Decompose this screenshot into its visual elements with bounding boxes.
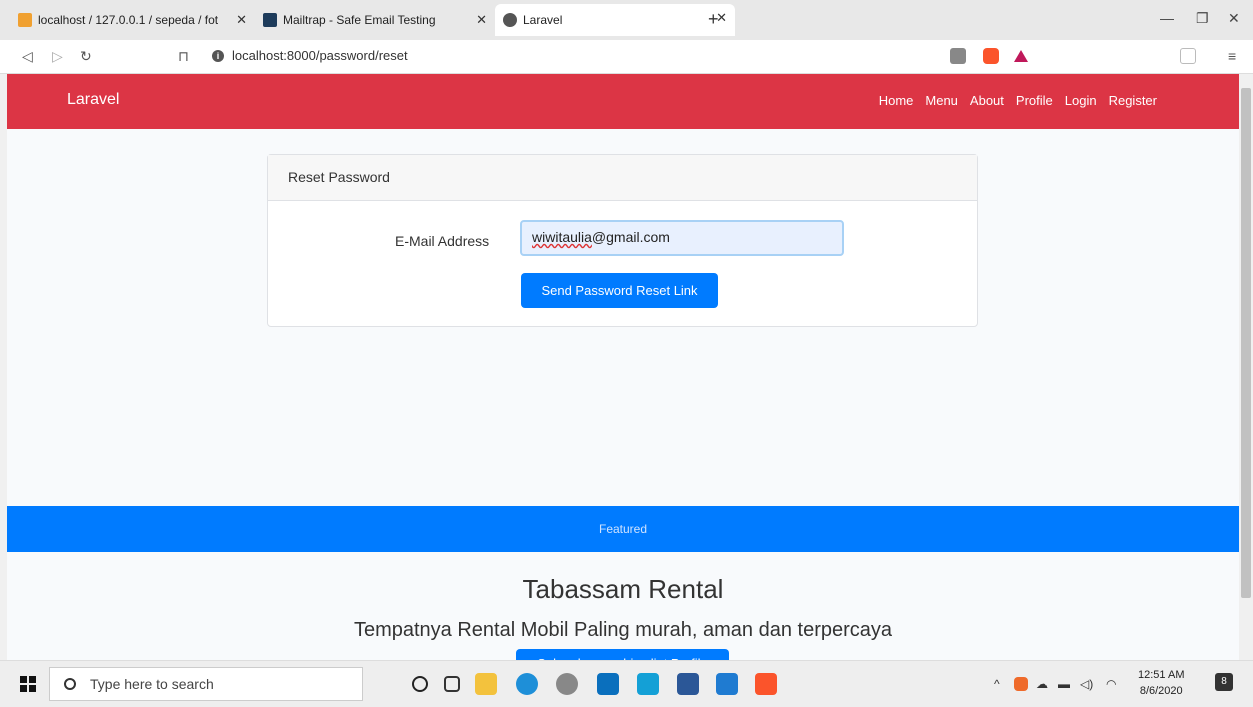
site-navbar: Laravel Home Menu About Profile Login Re… [7, 74, 1239, 129]
globe-icon [503, 13, 517, 27]
phpmyadmin-icon [18, 13, 32, 27]
url-field[interactable]: i localhost:8000/password/reset [212, 48, 408, 63]
bookmark-icon[interactable]: ⊓ [178, 48, 189, 65]
nav-links: Home Menu About Profile Login Register [879, 93, 1157, 108]
scrollbar[interactable] [1239, 74, 1253, 660]
close-icon[interactable]: ✕ [476, 12, 487, 28]
onedrive-icon[interactable]: ☁ [1036, 677, 1048, 691]
hero-title: Tabassam Rental [522, 574, 724, 604]
mail-icon[interactable] [597, 673, 619, 695]
email-domain: @gmail.com [591, 229, 670, 245]
laragon-icon[interactable] [637, 673, 659, 695]
card-header: Reset Password [268, 155, 977, 201]
featured-banner: Featured [7, 506, 1239, 552]
nav-about[interactable]: About [970, 93, 1004, 108]
taskbar-search[interactable]: Type here to search [49, 667, 363, 701]
chevron-up-icon[interactable]: ^ [994, 677, 1000, 691]
notification-icon[interactable]: 8 [1215, 673, 1233, 691]
app-icon[interactable] [556, 673, 578, 695]
nav-profile[interactable]: Profile [1016, 93, 1053, 108]
clock[interactable]: 12:51 AM 8/6/2020 [1138, 667, 1184, 699]
tab-phpmyadmin[interactable]: localhost / 127.0.0.1 / sepeda / fot ✕ [10, 6, 255, 34]
wallet-icon[interactable] [1180, 48, 1196, 64]
brave-shield-icon[interactable] [983, 48, 999, 64]
new-tab-button[interactable]: + [708, 9, 719, 30]
send-reset-link-button[interactable]: Send Password Reset Link [521, 273, 718, 308]
nav-home[interactable]: Home [879, 93, 914, 108]
site-brand[interactable]: Laravel [67, 91, 119, 109]
volume-icon[interactable]: ◁) [1080, 677, 1093, 691]
minimize-icon[interactable]: — [1160, 10, 1174, 26]
url-text: localhost:8000/password/reset [232, 48, 408, 63]
reload-icon[interactable]: ↻ [80, 48, 92, 65]
tab-title: localhost / 127.0.0.1 / sepeda / fot [38, 13, 219, 27]
tray-app-icon[interactable] [1014, 677, 1028, 691]
tab-laravel[interactable]: Laravel ✕ [495, 4, 735, 36]
task-view-icon[interactable] [444, 676, 460, 692]
profile-link-button[interactable]: Selengkapnya bisa liat Profile [516, 649, 729, 660]
hero-subtitle: Tempatnya Rental Mobil Paling murah, ama… [353, 619, 893, 641]
restore-icon[interactable]: ❐ [1196, 10, 1209, 27]
page-viewport: Laravel Home Menu About Profile Login Re… [7, 74, 1239, 660]
close-window-icon[interactable]: ✕ [1228, 10, 1240, 27]
clock-time: 12:51 AM [1138, 669, 1185, 681]
nav-menu[interactable]: Menu [925, 93, 958, 108]
search-placeholder: Type here to search [90, 676, 214, 692]
mailtrap-icon [263, 13, 277, 27]
windows-taskbar: Type here to search ^ ☁ ▬ ◁) ◠ 12:51 AM … [0, 660, 1253, 707]
scrollbar-thumb[interactable] [1241, 88, 1251, 598]
address-bar: ◁ ▷ ↻ ⊓ i localhost:8000/password/reset … [0, 40, 1253, 74]
windows-start-icon[interactable] [20, 676, 36, 692]
email-user: wiwitaulia [532, 229, 592, 245]
edge-icon[interactable] [516, 673, 538, 695]
nav-register[interactable]: Register [1109, 93, 1157, 108]
word-icon[interactable] [677, 673, 699, 695]
tab-title: Laravel [523, 13, 563, 27]
vscode-icon[interactable] [716, 673, 738, 695]
browser-tab-bar: localhost / 127.0.0.1 / sepeda / fot ✕ M… [0, 0, 1253, 40]
wifi-icon[interactable]: ◠ [1106, 677, 1116, 691]
close-icon[interactable]: ✕ [236, 12, 247, 28]
menu-icon[interactable]: ≡ [1228, 48, 1236, 64]
brave-icon[interactable] [755, 673, 777, 695]
forward-icon[interactable]: ▷ [52, 48, 63, 65]
battery-icon[interactable]: ▬ [1058, 677, 1070, 691]
tab-title: Mailtrap - Safe Email Testing [283, 13, 436, 27]
site-info-icon[interactable]: i [212, 49, 224, 62]
email-field[interactable]: wiwitaulia@gmail.com [520, 220, 844, 256]
translate-icon[interactable] [950, 48, 966, 64]
file-explorer-icon[interactable] [475, 673, 497, 695]
nav-login[interactable]: Login [1065, 93, 1097, 108]
cortana-icon[interactable] [412, 676, 428, 692]
email-label: E-Mail Address [395, 233, 490, 249]
search-icon [64, 678, 76, 690]
reset-password-card: Reset Password E-Mail Address wiwitaulia… [267, 154, 978, 327]
tab-mailtrap[interactable]: Mailtrap - Safe Email Testing ✕ [255, 6, 495, 34]
back-icon[interactable]: ◁ [22, 48, 33, 65]
clock-date: 8/6/2020 [1139, 685, 1183, 697]
brave-rewards-icon[interactable] [1013, 48, 1029, 64]
